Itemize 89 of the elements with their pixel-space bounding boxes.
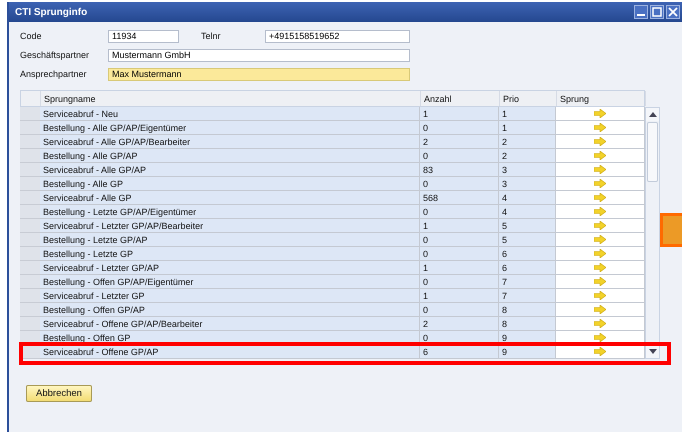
table-cell: 1 xyxy=(420,219,499,233)
table-cell: Bestellung - Letzte GP/AP xyxy=(40,233,420,247)
table-cell: Bestellung - Letzte GP/AP/Eigentümer xyxy=(40,205,420,219)
table-cell: 0 xyxy=(420,233,499,247)
table-cell: 4 xyxy=(499,205,556,219)
arrow-icon[interactable] xyxy=(594,347,606,356)
table-cell: 0 xyxy=(420,247,499,261)
table-cell: 5 xyxy=(499,233,556,247)
arrow-icon[interactable] xyxy=(594,137,606,146)
table-cell: Serviceabruf - Offene GP/AP/Bearbeiter xyxy=(40,317,420,331)
window-title: CTI Sprunginfo xyxy=(15,6,88,18)
table-cell: 6 xyxy=(499,261,556,275)
arrow-icon[interactable] xyxy=(594,249,606,258)
arrow-icon[interactable] xyxy=(594,277,606,286)
column-header[interactable]: Sprungname xyxy=(41,91,421,106)
table-cell: 0 xyxy=(420,149,499,163)
table-cell: Serviceabruf - Neu xyxy=(40,107,420,121)
close-icon[interactable] xyxy=(666,5,680,19)
table-cell: 1 xyxy=(420,107,499,121)
table-cell: 0 xyxy=(420,177,499,191)
column-header[interactable]: Anzahl xyxy=(421,91,500,106)
table-cell: 83 xyxy=(420,163,499,177)
table-cell: Bestellung - Alle GP/AP/Eigentümer xyxy=(40,121,420,135)
table-cell: 6 xyxy=(499,247,556,261)
field-label: Code xyxy=(20,31,43,41)
arrow-icon[interactable] xyxy=(594,291,606,300)
table-cell: 4 xyxy=(499,191,556,205)
arrow-icon[interactable] xyxy=(594,165,606,174)
column-header[interactable]: Sprung xyxy=(557,91,646,106)
table-cell: Serviceabruf - Letzter GP/AP xyxy=(40,261,420,275)
arrow-icon[interactable] xyxy=(594,235,606,244)
table-cell: Bestellung - Alle GP xyxy=(40,177,420,191)
table-cell: 6 xyxy=(420,345,499,359)
arrow-icon[interactable] xyxy=(594,333,606,342)
field-label: Geschäftspartner xyxy=(20,50,90,60)
minimize-icon[interactable] xyxy=(634,5,648,19)
arrow-icon[interactable] xyxy=(594,109,606,118)
table-cell: 0 xyxy=(420,121,499,135)
field-label: Ansprechpartner xyxy=(20,69,88,79)
arrow-icon[interactable] xyxy=(594,193,606,202)
table-cell: Bestellung - Offen GP/AP/Eigentümer xyxy=(40,275,420,289)
arrow-icon[interactable] xyxy=(594,123,606,132)
cancel-button[interactable]: Abbrechen xyxy=(26,385,92,402)
phone-field[interactable]: +4915158519652 xyxy=(265,30,410,42)
table-cell: Bestellung - Offen GP/AP xyxy=(40,303,420,317)
code-field[interactable]: 11934 xyxy=(108,30,179,42)
table-cell: 1 xyxy=(499,107,556,121)
table-cell: 7 xyxy=(499,275,556,289)
arrow-icon[interactable] xyxy=(594,263,606,272)
table-cell: 5 xyxy=(499,219,556,233)
table-cell: 0 xyxy=(420,275,499,289)
table-cell: Serviceabruf - Letzter GP/AP/Bearbeiter xyxy=(40,219,420,233)
table-cell: 3 xyxy=(499,177,556,191)
table-cell: 9 xyxy=(499,345,556,359)
table-cell: 8 xyxy=(499,317,556,331)
table-cell: 2 xyxy=(420,317,499,331)
table-cell: Serviceabruf - Alle GP xyxy=(40,191,420,205)
arrow-icon[interactable] xyxy=(594,305,606,314)
table-cell: 1 xyxy=(499,121,556,135)
arrow-icon[interactable] xyxy=(594,221,606,230)
scroll-up-icon[interactable] xyxy=(646,108,659,121)
table-cell: Serviceabruf - Alle GP/AP xyxy=(40,163,420,177)
table-cell: Bestellung - Letzte GP xyxy=(40,247,420,261)
scroll-down-icon[interactable] xyxy=(646,345,659,358)
table-cell: Serviceabruf - Offene GP/AP xyxy=(40,345,420,359)
table-cell: 2 xyxy=(499,135,556,149)
text-field[interactable]: Mustermann GmbH xyxy=(108,48,410,62)
table-cell: Bestellung - Alle GP/AP xyxy=(40,149,420,163)
table-cell: 0 xyxy=(420,303,499,317)
arrow-icon[interactable] xyxy=(594,179,606,188)
field-label: Telnr xyxy=(201,31,222,41)
maximize-icon[interactable] xyxy=(650,5,664,19)
arrow-icon[interactable] xyxy=(594,319,606,328)
column-header[interactable]: Prio xyxy=(500,91,557,106)
table-cell: 3 xyxy=(499,163,556,177)
table-cell: 7 xyxy=(499,289,556,303)
table-cell: Serviceabruf - Letzter GP xyxy=(40,289,420,303)
table-cell: 1 xyxy=(420,261,499,275)
table-cell: Serviceabruf - Alle GP/AP/Bearbeiter xyxy=(40,135,420,149)
arrow-icon[interactable] xyxy=(594,207,606,216)
arrow-icon[interactable] xyxy=(594,151,606,160)
table-cell: 568 xyxy=(420,191,499,205)
scrollbar-thumb[interactable] xyxy=(647,122,658,182)
table-cell: 1 xyxy=(420,289,499,303)
table-cell: 2 xyxy=(420,135,499,149)
table-cell: 0 xyxy=(420,205,499,219)
text-field[interactable]: Max Mustermann xyxy=(108,68,410,80)
table-cell: 8 xyxy=(499,303,556,317)
table-cell: 2 xyxy=(499,149,556,163)
